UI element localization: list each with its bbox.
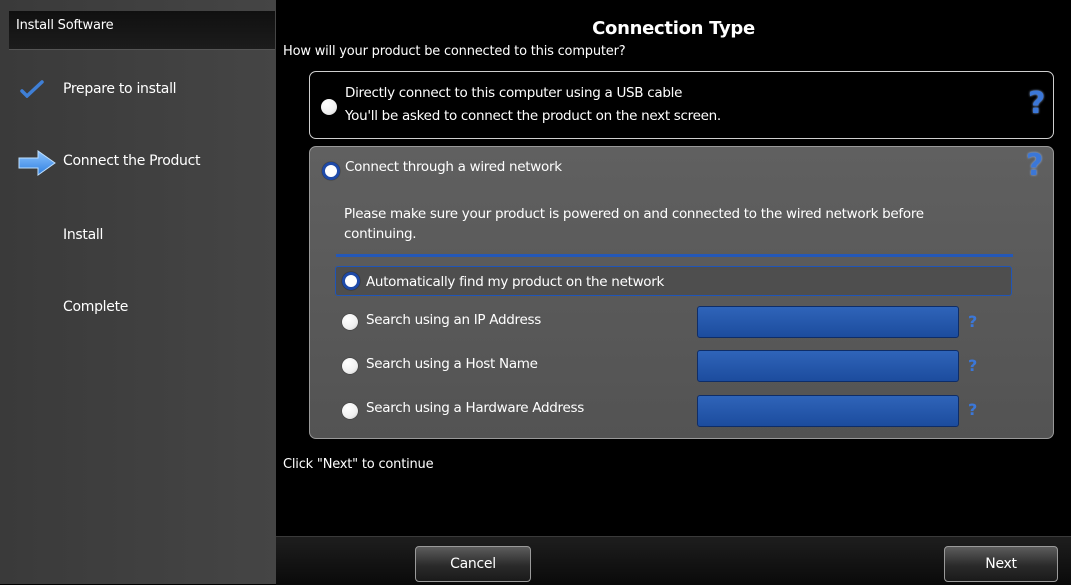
cancel-button[interactable]: Cancel: [415, 546, 531, 582]
usb-radio[interactable]: [321, 99, 337, 115]
host-name-radio[interactable]: [342, 358, 358, 374]
sidebar-step-prepare: Prepare to install: [63, 81, 177, 97]
hardware-address-radio[interactable]: [342, 403, 358, 419]
page-title: Connection Type: [592, 18, 755, 39]
hardware-address-help-icon[interactable]: ?: [968, 400, 977, 419]
checkmark-icon: [20, 80, 44, 98]
hardware-address-label[interactable]: Search using a Hardware Address: [366, 400, 584, 416]
arrow-right-icon: [18, 150, 56, 176]
sidebar-step-install: Install: [63, 227, 104, 243]
usb-option-label: Directly connect to this computer using …: [345, 85, 683, 101]
sidebar-header-title: Install Software: [16, 18, 114, 33]
sidebar-header: Install Software: [9, 11, 275, 50]
sidebar: Install Software Prepare to install Conn…: [0, 0, 276, 584]
host-name-label[interactable]: Search using a Host Name: [366, 356, 538, 372]
usb-option-sublabel: You'll be asked to connect the product o…: [345, 108, 721, 124]
wired-help-icon[interactable]: ?: [1026, 148, 1043, 183]
host-name-input[interactable]: [697, 350, 959, 382]
wired-radio[interactable]: [322, 162, 340, 180]
hardware-address-input[interactable]: [697, 395, 959, 427]
sidebar-step-connect: Connect the Product: [63, 153, 201, 169]
auto-find-radio[interactable]: [342, 272, 360, 290]
usb-option-panel[interactable]: Directly connect to this computer using …: [309, 71, 1054, 139]
ip-address-label[interactable]: Search using an IP Address: [366, 312, 541, 328]
divider: [336, 254, 1013, 257]
ip-address-radio[interactable]: [342, 314, 358, 330]
host-name-help-icon[interactable]: ?: [968, 356, 977, 375]
sidebar-step-complete: Complete: [63, 299, 129, 315]
next-button[interactable]: Next: [944, 546, 1058, 582]
ip-address-help-icon[interactable]: ?: [968, 312, 977, 331]
auto-find-label[interactable]: Automatically find my product on the net…: [366, 274, 664, 290]
connection-question: How will your product be connected to th…: [283, 44, 626, 59]
wired-option-label[interactable]: Connect through a wired network: [345, 159, 562, 175]
wired-note-line2: continuing.: [344, 226, 417, 242]
wired-note-line1: Please make sure your product is powered…: [344, 206, 924, 222]
ip-address-input[interactable]: [697, 306, 959, 338]
continue-instruction: Click "Next" to continue: [283, 457, 434, 472]
usb-help-icon[interactable]: ?: [1028, 86, 1045, 121]
